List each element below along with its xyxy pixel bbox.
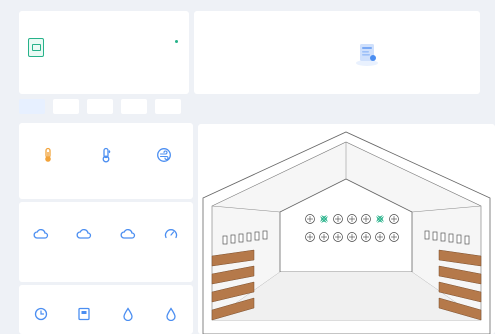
- metric-light-time: [21, 307, 61, 325]
- metric-humidity: [86, 147, 126, 167]
- clock-icon: [34, 307, 47, 321]
- alarm-card: [194, 11, 480, 94]
- gas-metrics: [19, 227, 193, 245]
- empty-state-icon: [356, 44, 378, 66]
- gas-card: [19, 202, 193, 282]
- barn-view: [198, 124, 495, 334]
- tab-files[interactable]: [155, 99, 181, 114]
- metric-wind: [144, 147, 184, 167]
- light-water-card: [19, 285, 193, 334]
- tab-alarm[interactable]: [121, 99, 147, 114]
- status-badge: [175, 39, 180, 44]
- device-info-card: [19, 11, 189, 94]
- pressure-icon: [165, 229, 178, 239]
- metric-water-rate: [151, 307, 191, 325]
- metric-pressure: [151, 227, 191, 245]
- environment-card: [19, 123, 193, 199]
- water-drop-icon: [123, 307, 133, 321]
- tab-history[interactable]: [87, 99, 113, 114]
- metric-water-usage: [108, 307, 148, 325]
- water-drop-icon: [166, 307, 176, 321]
- thermometer-icon: [45, 147, 51, 162]
- tab-overview[interactable]: [19, 99, 45, 114]
- cloud-icon: [76, 228, 92, 239]
- wind-icon: [157, 148, 171, 162]
- metric-water-meter: [64, 307, 104, 325]
- water-meter-icon: [78, 307, 90, 321]
- metric-ammonia: [21, 227, 61, 245]
- light-water-metrics: [19, 307, 193, 325]
- metric-temperature: [28, 147, 68, 167]
- tab-bar: [19, 99, 181, 114]
- humidity-icon: [102, 147, 111, 163]
- device-icon: [28, 38, 44, 57]
- cloud-icon: [33, 228, 48, 239]
- metric-co2: [64, 227, 104, 245]
- environment-metrics: [19, 147, 193, 167]
- tab-parameters[interactable]: [53, 99, 79, 114]
- metric-hydrogen-sulfide: [108, 227, 148, 245]
- cloud-icon: [120, 228, 135, 239]
- barn-illustration: [202, 131, 491, 334]
